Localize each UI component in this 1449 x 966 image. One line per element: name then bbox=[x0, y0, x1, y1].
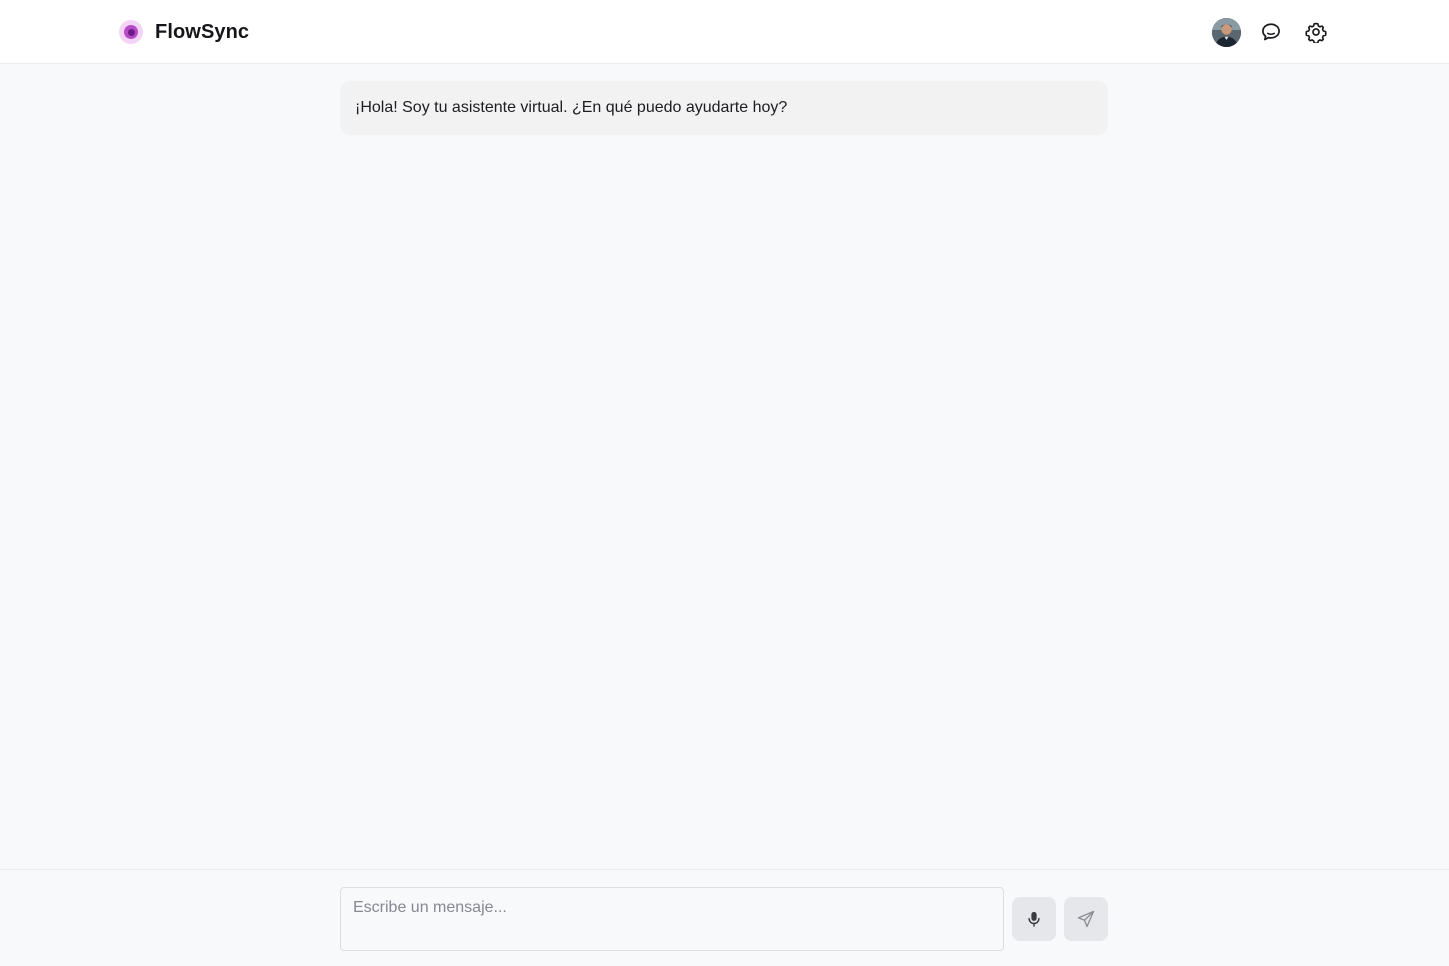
send-button[interactable] bbox=[1064, 897, 1108, 941]
gear-icon bbox=[1305, 22, 1327, 43]
avatar-icon bbox=[1212, 17, 1241, 47]
chat-button[interactable] bbox=[1256, 17, 1286, 47]
message-input-wrapper bbox=[340, 887, 1004, 951]
user-avatar[interactable] bbox=[1212, 17, 1241, 47]
brand-logo-icon bbox=[119, 20, 143, 44]
microphone-button[interactable] bbox=[1012, 897, 1056, 941]
chat-bubble-icon bbox=[1262, 23, 1280, 41]
top-bar: FlowSync bbox=[0, 0, 1449, 64]
chat-area: ¡Hola! Soy tu asistente virtual. ¿En qué… bbox=[0, 65, 1449, 869]
composer bbox=[0, 869, 1449, 966]
top-actions bbox=[1212, 17, 1331, 47]
message-input[interactable] bbox=[341, 888, 1003, 950]
brand[interactable]: FlowSync bbox=[119, 19, 249, 45]
microphone-icon bbox=[1028, 911, 1040, 927]
send-icon bbox=[1077, 910, 1095, 928]
assistant-message: ¡Hola! Soy tu asistente virtual. ¿En qué… bbox=[340, 81, 1108, 135]
brand-name: FlowSync bbox=[155, 20, 250, 43]
settings-button[interactable] bbox=[1301, 17, 1331, 47]
